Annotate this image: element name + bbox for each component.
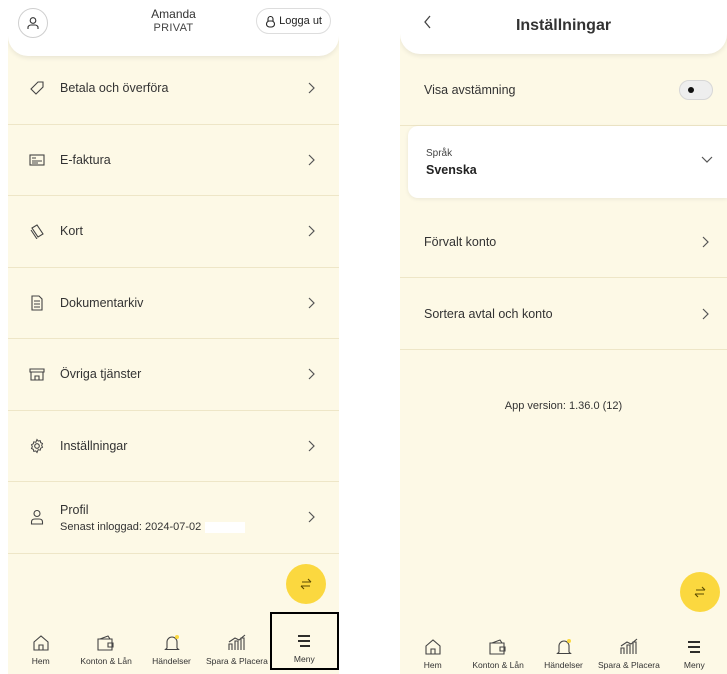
chevron-right-icon	[308, 297, 315, 309]
default-account-label: Förvalt konto	[424, 234, 497, 249]
menu-list: Betala och överföra E-faktura Kort Dokum…	[8, 53, 339, 554]
menu-item-pay-transfer[interactable]: Betala och överföra	[8, 53, 339, 125]
menu-item-other-services[interactable]: Övriga tjänster	[8, 339, 339, 411]
nav-label: Hem	[31, 656, 50, 666]
nav-label: Hem	[423, 660, 442, 670]
bottom-nav: Hem Konton & Lån Händelser Spara & Place…	[8, 602, 339, 670]
nav-label: Konton & Lån	[472, 660, 524, 670]
last-login: Senast inloggad: 2024-07-02	[60, 521, 202, 534]
nav-label: Händelser	[544, 660, 583, 670]
language-select[interactable]: Språk Svenska	[408, 126, 727, 198]
chevron-right-icon	[702, 308, 709, 319]
chevron-right-icon	[308, 368, 315, 380]
growth-chart-icon	[620, 638, 638, 654]
show-reconciliation-row: Visa avstämning	[400, 54, 727, 126]
settings-header: Inställningar	[400, 0, 727, 54]
page-title: Inställningar	[515, 17, 612, 34]
menu-item-settings[interactable]: Inställningar	[8, 411, 339, 482]
nav-home[interactable]: Hem	[400, 614, 465, 674]
transfer-fab[interactable]	[286, 564, 326, 604]
invoice-icon	[28, 151, 46, 169]
logout-button[interactable]: Logga ut	[256, 8, 331, 34]
menu-item-document-archive[interactable]: Dokumentarkiv	[8, 268, 339, 339]
bottom-nav: Hem Konton & Lån Händelser Spara & Place…	[400, 606, 727, 674]
home-icon	[33, 635, 49, 651]
sort-agreements-row[interactable]: Sortera avtal och konto	[400, 278, 727, 350]
menu-item-e-invoice[interactable]: E-faktura	[8, 125, 339, 196]
nav-menu[interactable]: Meny	[269, 612, 339, 670]
menu-item-label: Profil	[60, 503, 89, 518]
nav-accounts-loans[interactable]: Konton & Lån	[73, 610, 138, 670]
swap-arrows-icon	[300, 578, 312, 590]
swap-arrows-icon	[694, 586, 706, 598]
menu-item-label: E-faktura	[60, 152, 111, 167]
wallet-icon	[97, 635, 114, 651]
menu-item-label: Dokumentarkiv	[60, 295, 144, 310]
nav-menu[interactable]: Meny	[662, 614, 727, 674]
person-icon	[28, 508, 46, 526]
card-icon	[28, 222, 46, 240]
redaction	[205, 521, 246, 533]
chevron-down-icon	[701, 156, 713, 163]
menu-item-label: Inställningar	[60, 438, 128, 453]
menu-icon	[688, 641, 701, 653]
menu-item-label: Betala och överföra	[60, 81, 169, 96]
nav-home[interactable]: Hem	[8, 610, 73, 670]
sort-agreements-label: Sortera avtal och konto	[424, 306, 553, 321]
chevron-right-icon	[308, 225, 315, 237]
nav-label: Meny	[293, 654, 315, 664]
gear-icon	[28, 437, 46, 455]
language-value: Svenska	[426, 163, 477, 177]
nav-events[interactable]: Händelser	[139, 610, 204, 670]
nav-save-invest[interactable]: Spara & Placera	[204, 610, 269, 670]
nav-accounts-loans[interactable]: Konton & Lån	[465, 614, 530, 674]
toggle-knob	[688, 86, 694, 93]
default-account-row[interactable]: Förvalt konto	[400, 206, 727, 278]
nav-label: Händelser	[152, 656, 191, 666]
user-header: Amanda PRIVAT Logga ut	[8, 0, 339, 56]
settings-screen: Inställningar Visa avstämning Språk Sven…	[400, 0, 727, 674]
store-icon	[28, 365, 46, 383]
chevron-right-icon	[702, 236, 709, 247]
wallet-icon	[489, 639, 506, 655]
nav-label: Meny	[683, 660, 705, 670]
home-icon	[425, 639, 441, 655]
growth-chart-icon	[228, 634, 246, 650]
nav-label: Spara & Placera	[597, 660, 660, 670]
show-reconciliation-toggle[interactable]	[679, 79, 713, 100]
language-label: Språk	[426, 148, 453, 159]
nav-label: Spara & Placera	[205, 656, 268, 666]
chevron-right-icon	[308, 154, 315, 166]
chevron-right-icon	[308, 511, 315, 523]
nav-events[interactable]: Händelser	[531, 614, 596, 674]
lock-icon	[266, 15, 276, 28]
menu-item-label: Kort	[60, 224, 83, 239]
show-reconciliation-label: Visa avstämning	[424, 82, 516, 97]
nav-save-invest[interactable]: Spara & Placera	[596, 614, 661, 674]
app-version: App version: 1.36.0 (12)	[504, 400, 623, 412]
chevron-right-icon	[308, 440, 315, 452]
document-icon	[28, 294, 46, 312]
menu-item-label: Övriga tjänster	[60, 367, 142, 382]
menu-screen: Amanda PRIVAT Logga ut Betala och överfö…	[8, 0, 339, 674]
nav-label: Konton & Lån	[80, 656, 132, 666]
bell-icon	[555, 639, 572, 655]
menu-icon	[298, 635, 311, 647]
bell-icon	[163, 635, 180, 651]
menu-item-cards[interactable]: Kort	[8, 196, 339, 268]
chevron-right-icon	[308, 82, 315, 94]
logout-label: Logga ut	[279, 15, 322, 27]
menu-item-profile[interactable]: Profil Senast inloggad: 2024-07-02	[8, 482, 339, 554]
tag-icon	[28, 79, 46, 97]
